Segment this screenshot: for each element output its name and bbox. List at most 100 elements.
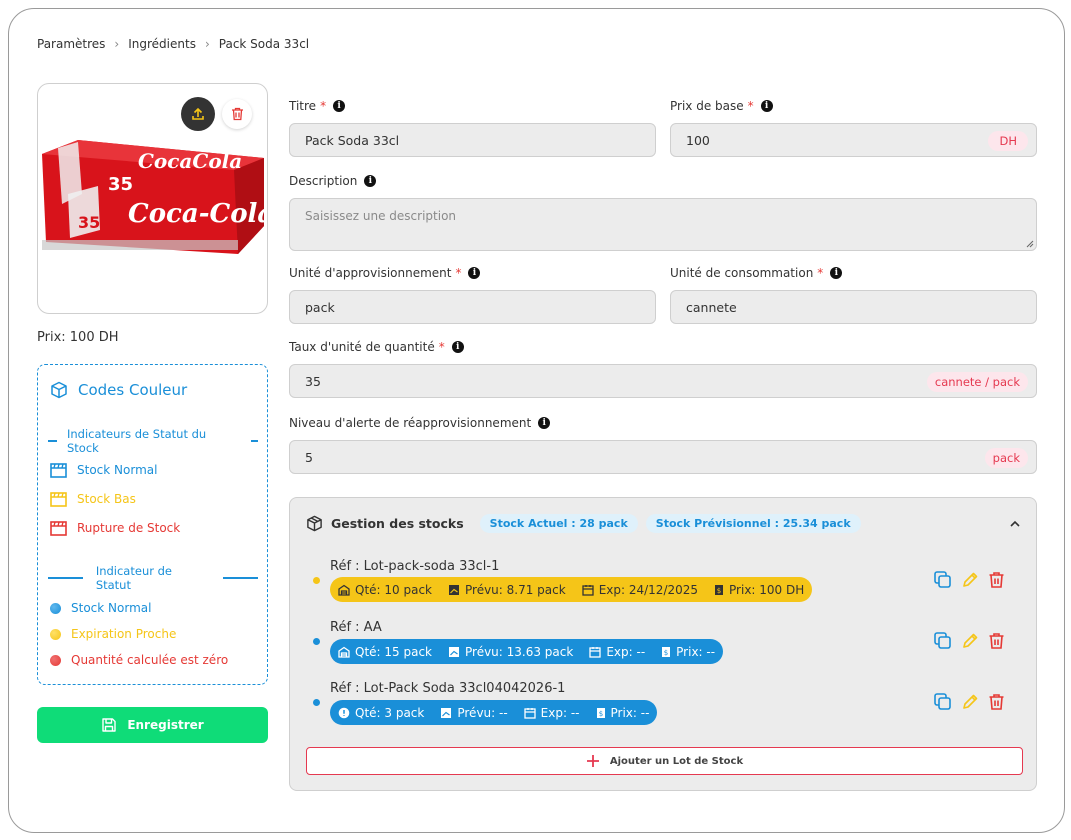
color-codes-title: Codes Couleur (78, 381, 188, 399)
current-stock-badge: Stock Actuel : 28 pack (479, 514, 638, 533)
description-textarea[interactable]: Saisissez une description (289, 198, 1037, 251)
box-open-icon (50, 463, 67, 478)
box-open-icon (50, 521, 67, 536)
trash-icon[interactable] (988, 632, 1005, 650)
duplicate-icon[interactable] (933, 692, 952, 711)
info-icon[interactable]: i (333, 100, 346, 112)
section-divider-stock: Indicateurs de Statut du Stock (48, 427, 258, 455)
unit-ratio-badge: cannete / pack (926, 372, 1028, 392)
lot-actions (933, 631, 1005, 650)
svg-text:$: $ (664, 649, 668, 657)
breadcrumb-item-parametres[interactable]: Paramètres (37, 37, 105, 51)
supply-unit-label: Unité d'approvisionnement * i (289, 266, 481, 280)
info-icon[interactable]: i (830, 267, 843, 279)
svg-text:35: 35 (78, 213, 100, 232)
legend-status-normal: Stock Normal (50, 601, 151, 615)
box-icon (51, 381, 67, 399)
edit-icon[interactable] (961, 632, 979, 650)
consumption-unit-input[interactable]: cannete (670, 290, 1037, 324)
trash-icon[interactable] (988, 693, 1005, 711)
supply-unit-input[interactable]: pack (289, 290, 656, 324)
breadcrumb-item-ingredients[interactable]: Ingrédients (128, 37, 196, 51)
color-codes-header: Codes Couleur (50, 381, 187, 399)
section-title-stock: Indicateurs de Statut du Stock (66, 427, 207, 455)
lot-details-bar: Qté: 3 pack Prévu: -- Exp: -- $ Prix: -- (330, 700, 658, 725)
edit-icon[interactable] (961, 693, 979, 711)
alert-circle-icon (338, 707, 350, 718)
status-dot (50, 602, 61, 614)
svg-text:Coca-Cola: Coca-Cola (128, 199, 268, 229)
resize-handle-icon[interactable] (1025, 239, 1034, 248)
plus-icon (586, 755, 599, 767)
currency-badge: DH (988, 131, 1028, 151)
unit-badge: pack (984, 448, 1028, 468)
required-asterisk: * (747, 99, 754, 113)
money-icon: $ (715, 584, 724, 595)
upload-icon (192, 107, 204, 120)
rate-input[interactable]: 35 cannete / pack (289, 364, 1037, 398)
required-asterisk: * (455, 266, 462, 280)
legend-stock-normal: Stock Normal (50, 462, 157, 478)
delete-image-button[interactable] (222, 99, 252, 129)
chart-icon (449, 646, 459, 657)
section-divider-status: Indicateur de Statut (48, 564, 258, 592)
info-icon[interactable]: i (538, 417, 551, 429)
trash-icon[interactable] (988, 571, 1005, 589)
base-price-input[interactable]: 100 DH (670, 123, 1037, 157)
legend-stock-low: Stock Bas (50, 491, 136, 507)
alert-level-input[interactable]: 5 pack (289, 440, 1037, 474)
breadcrumb-item-current: Pack Soda 33cl (218, 37, 310, 51)
legend-status-expiring: Expiration Proche (50, 627, 176, 641)
status-dot (50, 628, 61, 640)
stock-management-panel: Gestion des stocks Stock Actuel : 28 pac… (289, 497, 1037, 791)
duplicate-icon[interactable] (933, 570, 952, 589)
chart-icon (449, 584, 459, 595)
product-price: Prix: 100 DH (37, 330, 119, 345)
product-image-card: CocaCola Coca-Cola 35 35 (37, 83, 268, 314)
chevron-right-icon: › (114, 37, 120, 51)
product-image: CocaCola Coca-Cola 35 35 (42, 140, 268, 254)
chart-icon (441, 707, 452, 718)
box-icon (307, 515, 322, 532)
legend-status-zero: Quantité calculée est zéro (50, 653, 228, 667)
base-price-label: Prix de base * i (670, 99, 773, 113)
calendar-icon (589, 646, 601, 658)
required-asterisk: * (320, 99, 327, 113)
warehouse-icon (338, 584, 350, 596)
lot-actions (933, 692, 1005, 711)
title-label: Titre * i (289, 99, 346, 113)
lot-details-bar: Qté: 10 pack Prévu: 8.71 pack Exp: 24/12… (330, 577, 813, 602)
duplicate-icon[interactable] (933, 631, 952, 650)
svg-text:$: $ (717, 587, 721, 595)
required-asterisk: * (438, 340, 445, 354)
save-button[interactable]: Enregistrer (37, 707, 268, 743)
lot-ref: Réf : Lot-pack-soda 33cl-1 (330, 559, 500, 574)
forecast-stock-badge: Stock Prévisionnel : 25.34 pack (645, 514, 861, 533)
description-label: Description i (289, 174, 377, 188)
rate-label: Taux d'unité de quantité * i (289, 340, 464, 354)
lot-actions (933, 570, 1005, 589)
status-dot (50, 654, 61, 666)
chevron-up-icon[interactable] (1009, 519, 1021, 529)
money-icon: $ (596, 707, 605, 718)
svg-text:35: 35 (108, 174, 133, 195)
calendar-icon (524, 707, 536, 719)
svg-text:CocaCola: CocaCola (138, 149, 242, 173)
lot-ref: Réf : AA (330, 620, 382, 635)
info-icon[interactable]: i (468, 267, 481, 279)
info-icon[interactable]: i (451, 341, 464, 353)
chevron-right-icon: › (204, 37, 210, 51)
add-stock-lot-button[interactable]: Ajouter un Lot de Stock (306, 747, 1023, 775)
status-dot (313, 699, 320, 706)
required-asterisk: * (817, 266, 824, 280)
color-codes-panel: Codes Couleur Indicateurs de Statut du S… (37, 364, 268, 685)
upload-image-button[interactable] (181, 97, 215, 131)
info-icon[interactable]: i (760, 100, 773, 112)
box-open-icon (50, 492, 67, 507)
breadcrumb: Paramètres › Ingrédients › Pack Soda 33c… (37, 37, 309, 51)
consumption-unit-label: Unité de consommation * i (670, 266, 843, 280)
title-input[interactable]: Pack Soda 33cl (289, 123, 656, 157)
edit-icon[interactable] (961, 571, 979, 589)
stock-header: Gestion des stocks Stock Actuel : 28 pac… (306, 514, 861, 533)
info-icon[interactable]: i (364, 175, 377, 187)
